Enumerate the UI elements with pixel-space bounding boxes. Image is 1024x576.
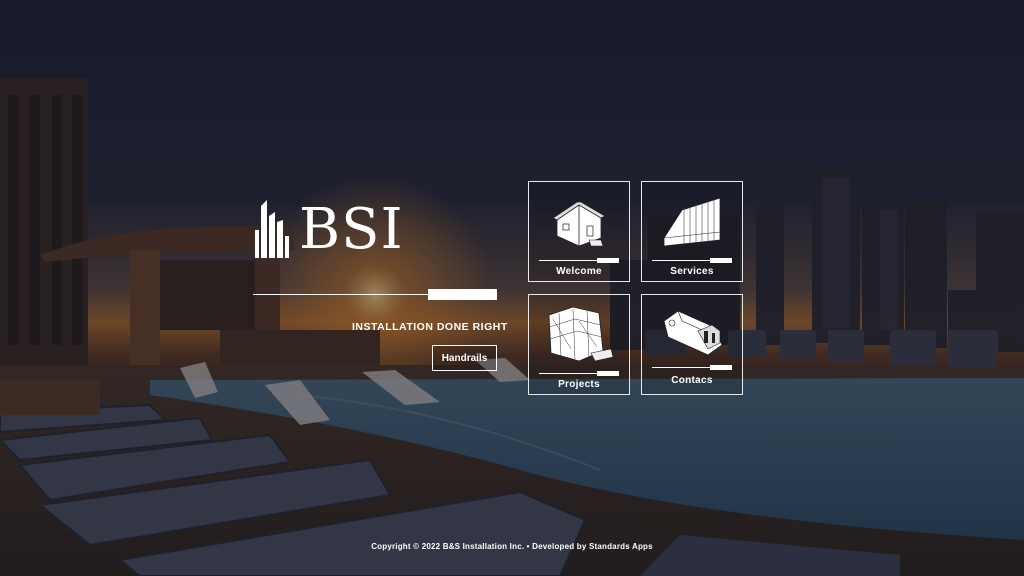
divider-accent-bar <box>428 289 497 300</box>
building-frame-sketch-icon <box>548 306 614 362</box>
tile-label: Projects <box>558 379 600 390</box>
tile-welcome[interactable]: Welcome <box>528 181 630 282</box>
handrails-button[interactable]: Handrails <box>432 345 497 371</box>
building-logo-icon <box>255 200 289 258</box>
divider-line <box>253 294 428 295</box>
bsi-logo[interactable]: BSI <box>255 200 404 258</box>
tagline: INSTALLATION DONE RIGHT <box>352 321 508 333</box>
house-sketch-icon <box>552 201 606 247</box>
tile-label: Welcome <box>556 266 602 277</box>
tile-services[interactable]: Services <box>641 181 743 282</box>
wall-panel-sketch-icon <box>663 197 721 247</box>
tile-label: Contacs <box>671 375 713 386</box>
machine-sketch-icon <box>663 310 723 356</box>
handrails-label: Handrails <box>441 352 488 364</box>
footer-copyright: Copyright © 2022 B&S Installation Inc. •… <box>371 542 653 551</box>
tile-projects[interactable]: Projects <box>528 294 630 395</box>
tile-label: Services <box>670 266 714 277</box>
tile-contacs[interactable]: Contacs <box>641 294 743 395</box>
logo-text: BSI <box>299 197 404 262</box>
background-pool-cityscape-image <box>0 0 1024 576</box>
